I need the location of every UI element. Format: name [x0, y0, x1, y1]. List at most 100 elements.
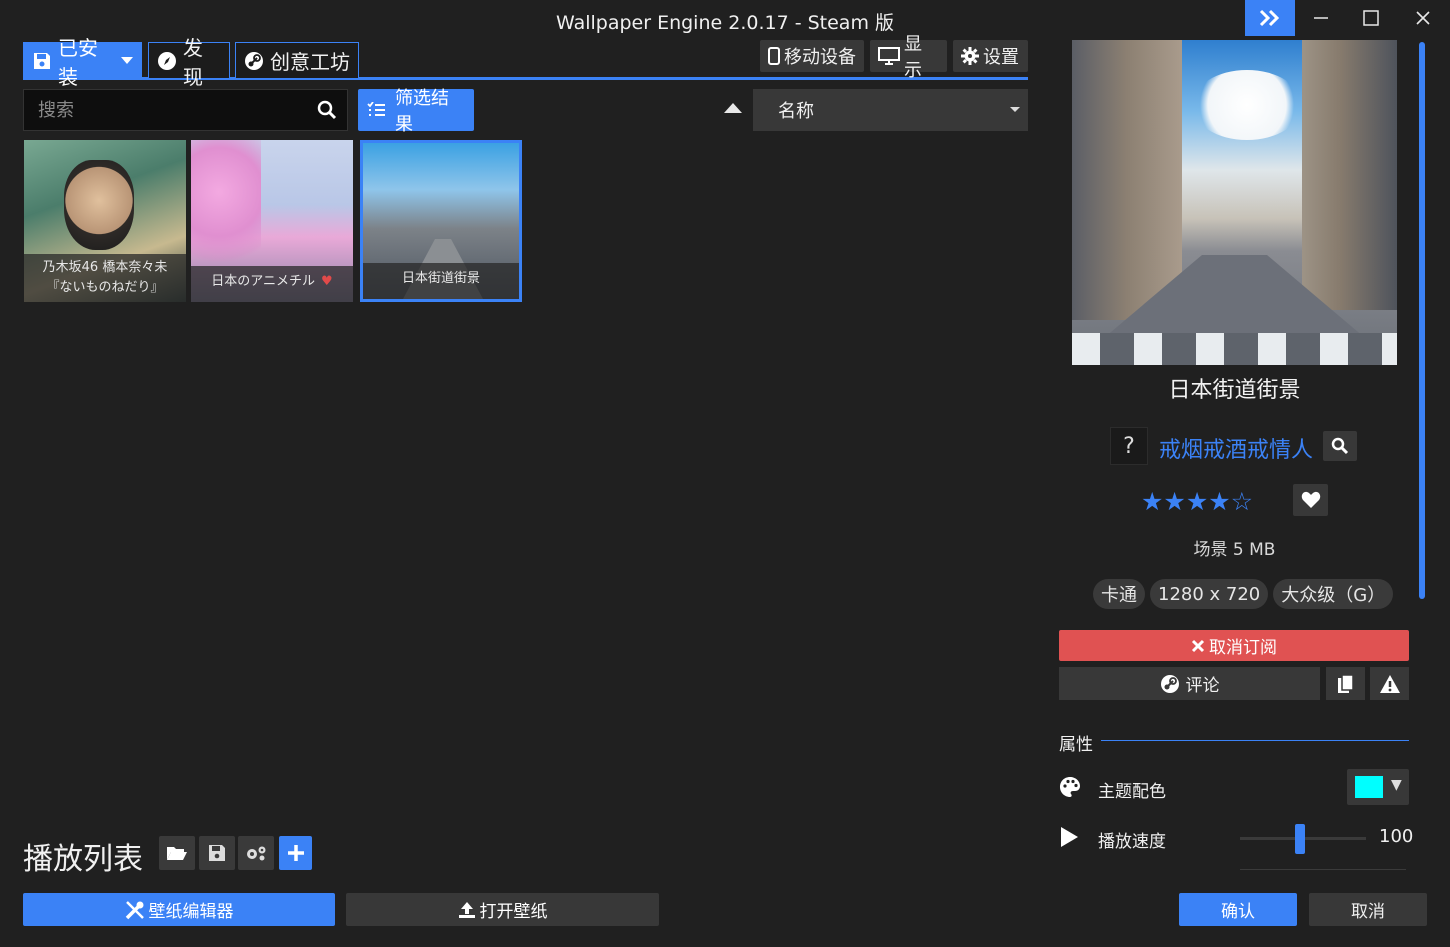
playlist-save-button[interactable] — [199, 836, 235, 870]
right-panel-scrollbar[interactable] — [1419, 42, 1425, 599]
theme-color-label: 主题配色 — [1098, 782, 1166, 802]
steam-icon — [244, 51, 264, 71]
maximize-button[interactable] — [1346, 0, 1396, 36]
cherry-blossom-image — [191, 140, 261, 270]
playback-speed-label: 播放速度 — [1098, 832, 1166, 852]
wallpaper-title: 日本街道街景 — [1168, 378, 1301, 403]
favorite-button[interactable] — [1293, 484, 1328, 516]
wallpaper-caption: 日本街道街景 — [363, 263, 519, 299]
display-label: 显示 — [904, 34, 922, 81]
tools-icon — [125, 900, 145, 920]
author-search-button[interactable] — [1323, 431, 1357, 461]
wallpaper-editor-button[interactable]: 壁纸编辑器 — [23, 893, 335, 926]
minimize-button[interactable] — [1296, 0, 1346, 36]
mobile-devices-button[interactable]: 移动设备 — [760, 40, 864, 72]
comment-button[interactable]: 评论 — [1059, 667, 1320, 700]
tag-chip[interactable]: 1280 x 720 — [1150, 579, 1269, 609]
phone-icon — [768, 47, 780, 65]
properties-divider — [1240, 869, 1406, 870]
properties-divider — [1101, 740, 1409, 741]
maximize-icon — [1363, 10, 1379, 26]
expand-button[interactable] — [1245, 0, 1295, 36]
tag-list: 卡通 1280 x 720 大众级（G） — [1093, 579, 1394, 609]
filter-results-label: 筛选结果 — [395, 88, 449, 135]
plus-icon — [287, 844, 305, 862]
playlist-settings-button[interactable] — [238, 836, 274, 870]
playlist-title: 播放列表 — [23, 842, 143, 877]
wallpaper-editor-label: 壁纸编辑器 — [148, 902, 234, 922]
tag-chip[interactable]: 大众级（G） — [1273, 579, 1394, 609]
comment-label: 评论 — [1185, 676, 1220, 696]
crosswalk-shape — [1072, 333, 1397, 365]
wallpaper-thumbnail[interactable]: 日本のアニメチル ♥ — [191, 140, 353, 302]
playback-speed-row: 播放速度 100 — [1059, 819, 1413, 855]
tag-chip[interactable]: 卡通 — [1093, 579, 1145, 609]
main-tab-bar: 已安装 发现 创意工坊 移动设备 显示 设置 — [23, 34, 1028, 89]
folder-open-icon — [166, 845, 188, 861]
playlist-add-button[interactable] — [279, 836, 312, 870]
caption-line: 乃木坂46 橋本奈々未 — [42, 260, 168, 275]
building-left-shape — [1072, 40, 1182, 320]
search-input[interactable] — [38, 99, 308, 121]
playlist-open-button[interactable] — [159, 836, 195, 870]
display-button[interactable]: 显示 — [870, 34, 947, 81]
cancel-button[interactable]: 取消 — [1309, 893, 1427, 926]
heart-icon — [1301, 491, 1321, 509]
search-box — [23, 89, 348, 131]
unsubscribe-button[interactable]: 取消订阅 — [1059, 630, 1409, 661]
theme-color-picker[interactable]: ▼ — [1347, 769, 1409, 805]
tab-discover[interactable]: 发现 — [148, 36, 230, 89]
wallpaper-caption: 日本のアニメチル ♥ — [191, 266, 353, 302]
author-avatar[interactable]: ? — [1110, 427, 1148, 465]
compass-icon — [157, 51, 177, 71]
minimize-icon — [1313, 10, 1329, 26]
caption-line: 日本街道街景 — [401, 271, 480, 286]
save-icon — [208, 844, 226, 862]
color-swatch — [1355, 776, 1383, 798]
caret-down-icon — [121, 56, 133, 65]
search-icon[interactable] — [317, 100, 337, 120]
unsubscribe-label: 取消订阅 — [1209, 638, 1277, 658]
caret-down-icon — [1010, 107, 1020, 112]
settings-label: 设置 — [983, 47, 1019, 68]
copy-icon — [1337, 673, 1355, 694]
copy-button[interactable] — [1326, 667, 1365, 700]
filter-results-button[interactable]: 筛选结果 — [358, 88, 474, 135]
author-link[interactable]: 戒烟戒酒戒情人 — [1159, 432, 1313, 464]
caret-down-icon: ▼ — [1391, 777, 1402, 793]
caption-line: 『ないものねだり』 — [46, 280, 164, 295]
confirm-button[interactable]: 确认 — [1179, 893, 1297, 926]
report-button[interactable] — [1370, 667, 1409, 700]
wallpaper-thumbnail-selected[interactable]: 日本街道街景 — [360, 140, 522, 302]
search-icon — [1331, 437, 1349, 455]
wallpaper-meta: 场景 5 MB — [1193, 540, 1276, 560]
close-button[interactable] — [1398, 0, 1448, 36]
mobile-devices-label: 移动设备 — [784, 47, 856, 68]
theme-color-row: 主题配色 ▼ — [1059, 769, 1409, 805]
gear-icon — [961, 47, 979, 65]
gears-icon — [244, 844, 268, 862]
play-icon — [1059, 826, 1079, 848]
close-icon — [1415, 10, 1431, 26]
tab-installed[interactable]: 已安装 — [23, 36, 142, 89]
open-wallpaper-button[interactable]: 打开壁纸 — [346, 893, 659, 926]
tab-workshop[interactable]: 创意工坊 — [235, 42, 359, 78]
heart-icon: ♥ — [321, 274, 333, 289]
settings-button[interactable]: 设置 — [953, 40, 1028, 72]
upload-icon — [458, 901, 476, 919]
rating-stars: ★★★★☆ — [1141, 487, 1254, 516]
wallpaper-thumbnail[interactable]: 乃木坂46 橋本奈々未 『ないものねだり』 — [24, 140, 186, 302]
tab-discover-label: 发现 — [183, 35, 203, 89]
playback-speed-value: 100 — [1379, 826, 1414, 847]
sort-select[interactable]: 名称 — [753, 89, 1028, 131]
save-icon — [32, 51, 52, 71]
warning-icon — [1379, 674, 1401, 694]
tab-installed-label: 已安装 — [58, 35, 98, 89]
properties-header: 属性 — [1059, 735, 1093, 755]
palette-icon — [1059, 776, 1081, 798]
slider-handle[interactable] — [1295, 824, 1305, 854]
caption-line: 日本のアニメチル — [211, 274, 316, 289]
open-wallpaper-label: 打开壁纸 — [479, 902, 548, 922]
sort-direction-toggle[interactable] — [724, 103, 742, 113]
filter-list-icon — [367, 102, 385, 118]
